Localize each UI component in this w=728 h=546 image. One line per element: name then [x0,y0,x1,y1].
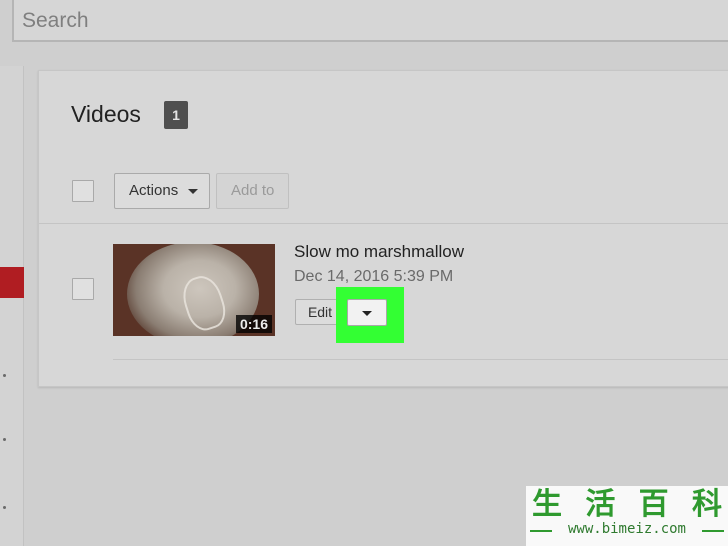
sidebar [0,66,24,546]
sidebar-item-active[interactable] [0,267,24,298]
divider [113,359,728,360]
actions-dropdown-button[interactable]: Actions [114,173,210,209]
sidebar-item-marker [3,438,6,441]
chevron-down-icon [188,188,199,194]
actions-label: Actions [129,182,179,199]
add-to-button[interactable]: Add to [216,173,289,209]
edit-options-dropdown-button[interactable] [347,299,387,326]
watermark-logo: 生 活 百 科 [532,488,722,522]
videos-card: Videos 1 Actions Add to 0:16 Slow mo mar… [38,70,728,387]
watermark-url: www.bimeiz.com [567,521,686,537]
video-duration: 0:16 [235,315,272,333]
video-thumbnail[interactable]: 0:16 [113,244,275,336]
sidebar-item-marker [3,374,6,377]
video-date: Dec 14, 2016 5:39 PM [294,268,454,285]
select-all-checkbox[interactable] [72,180,94,202]
page-title: Videos [71,101,141,127]
watermark-glyph: 百 [638,487,669,522]
divider [39,223,728,224]
watermark-glyph: 活 [585,487,616,522]
video-title[interactable]: Slow mo marshmallow [294,242,464,262]
sidebar-item-marker [3,506,6,509]
chevron-down-icon [362,311,372,316]
video-count-badge: 1 [164,101,188,129]
search-input[interactable] [22,6,722,36]
video-row-checkbox[interactable] [72,278,94,300]
watermark-glyph: 科 [691,487,722,522]
watermark-glyph: 生 [532,487,562,522]
watermark: 生 活 百 科 www.bimeiz.com [526,486,728,546]
search-bar [12,0,728,42]
